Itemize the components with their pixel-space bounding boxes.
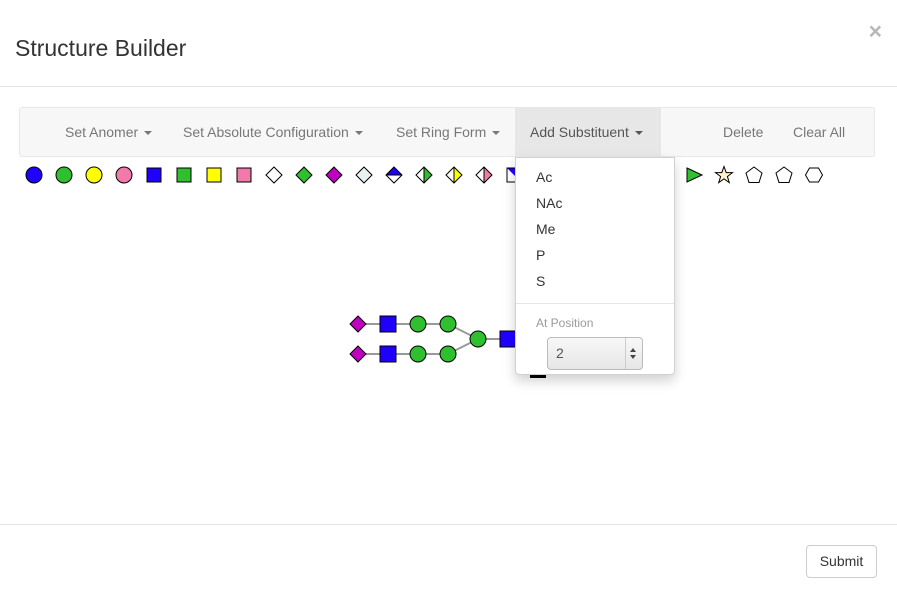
substituent-option-ac[interactable]: Ac: [536, 164, 552, 190]
palette-pentagon-icon[interactable]: [743, 164, 765, 186]
palette-white-diamond-icon[interactable]: [263, 164, 285, 186]
caret-down-icon: [144, 131, 153, 136]
palette-yellow-circle-icon[interactable]: [83, 164, 105, 186]
palette-pentagon-icon[interactable]: [773, 164, 795, 186]
palette-yellow-square-icon[interactable]: [203, 164, 225, 186]
glcnac-core-square-node[interactable]: [499, 330, 517, 348]
substituent-option-nac[interactable]: NAc: [536, 190, 562, 216]
at-position-label: At Position: [536, 316, 594, 330]
set-anomer-menu[interactable]: Set Anomer: [50, 108, 167, 157]
palette-green-triangle-icon[interactable]: [683, 164, 705, 186]
substituent-option-s[interactable]: S: [536, 268, 545, 294]
set-ring-form-menu[interactable]: Set Ring Form: [381, 108, 515, 157]
palette-pink-half-diamond-icon[interactable]: [473, 164, 495, 186]
palette-green-diamond-icon[interactable]: [293, 164, 315, 186]
caret-down-icon: [492, 131, 501, 136]
modal-header: Structure Builder ×: [0, 0, 897, 87]
palette-yellow-half-diamond-icon[interactable]: [443, 164, 465, 186]
palette-pink-circle-icon[interactable]: [113, 164, 135, 186]
palette-green-circle-icon[interactable]: [53, 164, 75, 186]
monosaccharide-palette: [0, 160, 897, 190]
neuac-diamond-node[interactable]: [349, 345, 367, 363]
caret-down-icon: [634, 131, 643, 136]
palette-purple-diamond-icon[interactable]: [323, 164, 345, 186]
palette-hexagon-icon[interactable]: [803, 164, 825, 186]
palette-blue-circle-icon[interactable]: [23, 164, 45, 186]
dropdown-divider: [516, 303, 674, 304]
set-ring-form-label: Set Ring Form: [396, 124, 487, 140]
modal-title: Structure Builder: [15, 35, 187, 61]
palette-star-icon[interactable]: [713, 164, 735, 186]
glycan-canvas[interactable]: [0, 190, 897, 520]
set-anomer-label: Set Anomer: [65, 124, 139, 140]
position-select[interactable]: 2: [547, 337, 643, 370]
toolbar: Set Anomer Set Absolute Configuration Se…: [19, 107, 875, 157]
man-circle-node[interactable]: [439, 345, 457, 363]
set-absolute-configuration-label: Set Absolute Configuration: [183, 124, 349, 140]
close-icon[interactable]: ×: [869, 18, 882, 44]
gal-circle-node[interactable]: [409, 315, 427, 333]
palette-pink-square-icon[interactable]: [233, 164, 255, 186]
man-circle-node[interactable]: [439, 315, 457, 333]
palette-blue-square-icon[interactable]: [143, 164, 165, 186]
substituent-option-p[interactable]: P: [536, 242, 545, 268]
clear-all-button[interactable]: Clear All: [778, 108, 860, 157]
set-absolute-configuration-menu[interactable]: Set Absolute Configuration: [168, 108, 378, 157]
palette-blue-half-diamond-icon[interactable]: [383, 164, 405, 186]
glcnac-square-node[interactable]: [379, 315, 397, 333]
palette-light-diamond-icon[interactable]: [353, 164, 375, 186]
substituent-option-me[interactable]: Me: [536, 216, 555, 242]
add-substituent-dropdown: Ac NAc Me P S At Position 2: [515, 157, 675, 375]
caret-down-icon: [354, 131, 363, 136]
neuac-diamond-node[interactable]: [349, 315, 367, 333]
glcnac-square-node[interactable]: [379, 345, 397, 363]
palette-green-half-diamond-icon[interactable]: [413, 164, 435, 186]
man-core-circle-node[interactable]: [469, 330, 487, 348]
delete-button[interactable]: Delete: [708, 108, 778, 157]
submit-button[interactable]: Submit: [806, 545, 877, 578]
position-value: 2: [556, 345, 564, 361]
add-substituent-menu[interactable]: Add Substituent: [515, 108, 661, 157]
select-arrows-icon: [625, 338, 642, 369]
modal-footer: Submit: [0, 524, 897, 599]
structure-builder-modal: Structure Builder × Set Anomer Set Absol…: [0, 0, 897, 598]
gal-circle-node[interactable]: [409, 345, 427, 363]
add-substituent-label: Add Substituent: [530, 124, 629, 140]
palette-green-square-icon[interactable]: [173, 164, 195, 186]
